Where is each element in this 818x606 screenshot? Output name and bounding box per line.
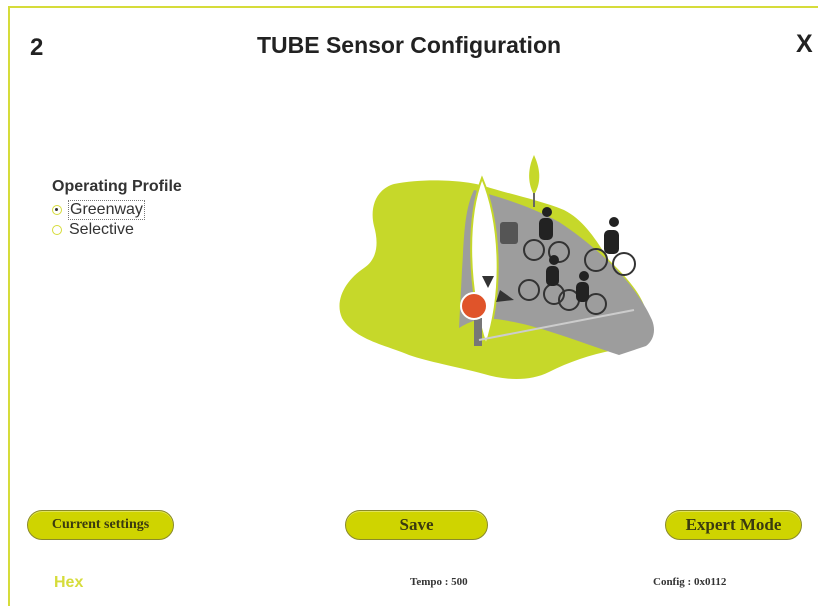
background-tree-trunk <box>533 193 535 207</box>
cyclists-on-greenway-icon <box>339 155 654 379</box>
close-button[interactable]: X <box>796 30 813 59</box>
radio-greenway[interactable]: Greenway <box>52 200 182 220</box>
operating-profile-heading: Operating Profile <box>52 178 182 195</box>
radio-selective[interactable]: Selective <box>52 220 182 240</box>
hex-label[interactable]: Hex <box>54 574 83 592</box>
sign-red-icon <box>460 292 488 320</box>
radio-icon-checked[interactable] <box>52 205 62 215</box>
radio-icon-unchecked[interactable] <box>52 225 62 235</box>
expert-mode-button[interactable]: Expert Mode <box>665 510 802 540</box>
sensor-post <box>474 318 482 346</box>
current-settings-button[interactable]: Current settings <box>27 510 174 540</box>
operating-profile-group: Operating Profile Greenway Selective <box>52 178 182 240</box>
background-tree <box>529 155 540 195</box>
radio-selective-label: Selective <box>69 221 134 238</box>
save-button[interactable]: Save <box>345 510 488 540</box>
bin-icon <box>500 222 518 244</box>
page-title: TUBE Sensor Configuration <box>256 32 562 58</box>
config-status: Config : 0x0112 <box>653 576 727 588</box>
radio-greenway-label: Greenway <box>68 200 145 220</box>
tempo-status: Tempo : 500 <box>410 576 468 588</box>
